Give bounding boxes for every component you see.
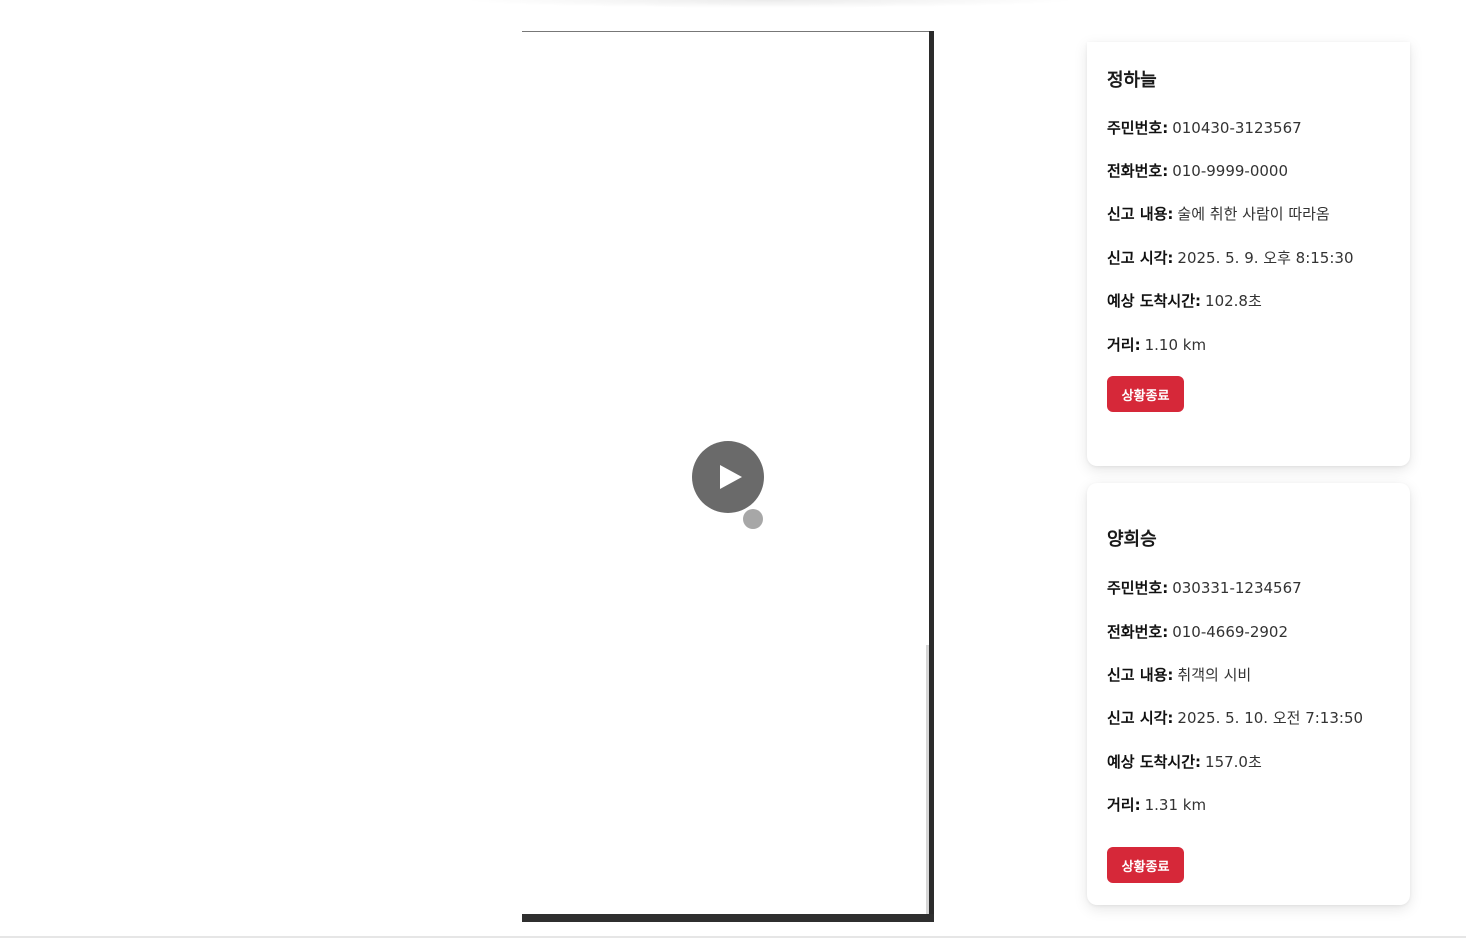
distance-row: 거리: 1.10 km <box>1107 334 1206 355</box>
rrn-value: 010430-3123567 <box>1172 119 1302 137</box>
content-label: 신고 내용: <box>1107 205 1174 223</box>
phone-row: 전화번호: 010-9999-0000 <box>1107 160 1288 181</box>
cursor-indicator <box>743 509 763 529</box>
content-row: 신고 내용: 취객의 시비 <box>1107 664 1251 685</box>
eta-row: 예상 도착시간: 102.8초 <box>1107 290 1262 311</box>
end-situation-button[interactable]: 상황종료 <box>1107 847 1184 883</box>
phone-value: 010-4669-2902 <box>1172 623 1289 641</box>
content-label: 신고 내용: <box>1107 666 1174 684</box>
time-label: 신고 시각: <box>1107 249 1174 267</box>
top-shadow <box>460 0 1080 8</box>
distance-label: 거리: <box>1107 796 1141 814</box>
time-row: 신고 시각: 2025. 5. 10. 오전 7:13:50 <box>1107 707 1363 728</box>
rrn-row: 주민번호: 010430-3123567 <box>1107 117 1302 138</box>
reporter-name: 정하늘 <box>1107 70 1157 91</box>
reporter-name: 양희승 <box>1107 529 1157 550</box>
eta-label: 예상 도착시간: <box>1107 292 1202 310</box>
distance-label: 거리: <box>1107 336 1141 354</box>
time-row: 신고 시각: 2025. 5. 9. 오후 8:15:30 <box>1107 247 1353 268</box>
rrn-value: 030331-1234567 <box>1172 579 1302 597</box>
phone-row: 전화번호: 010-4669-2902 <box>1107 621 1288 642</box>
frame-bottom-edge <box>522 914 934 922</box>
distance-value: 1.31 km <box>1144 796 1207 814</box>
phone-label: 전화번호: <box>1107 162 1169 180</box>
time-label: 신고 시각: <box>1107 709 1174 727</box>
rrn-row: 주민번호: 030331-1234567 <box>1107 577 1302 598</box>
distance-value: 1.10 km <box>1144 336 1207 354</box>
time-value: 2025. 5. 9. 오후 8:15:30 <box>1177 249 1354 267</box>
content-value: 취객의 시비 <box>1177 666 1252 684</box>
phone-value: 010-9999-0000 <box>1172 162 1289 180</box>
eta-row: 예상 도착시간: 157.0초 <box>1107 751 1262 772</box>
eta-label: 예상 도착시간: <box>1107 753 1202 771</box>
video-play-button[interactable] <box>692 441 764 513</box>
play-icon <box>720 465 742 489</box>
eta-value: 102.8초 <box>1205 292 1262 310</box>
frame-right-edge <box>929 31 934 922</box>
time-value: 2025. 5. 10. 오전 7:13:50 <box>1177 709 1364 727</box>
eta-value: 157.0초 <box>1205 753 1262 771</box>
scrollbar-track[interactable] <box>926 645 929 915</box>
distance-row: 거리: 1.31 km <box>1107 794 1206 815</box>
rrn-label: 주민번호: <box>1107 579 1169 597</box>
phone-label: 전화번호: <box>1107 623 1169 641</box>
content-row: 신고 내용: 술에 취한 사람이 따라옴 <box>1107 203 1330 224</box>
report-card: 정하늘 주민번호: 010430-3123567 전화번호: 010-9999-00… <box>1087 42 1410 466</box>
rrn-label: 주민번호: <box>1107 119 1169 137</box>
report-card: 양희승 주민번호: 030331-1234567 전화번호: 010-4669-29… <box>1087 483 1410 905</box>
end-situation-button[interactable]: 상황종료 <box>1107 376 1184 412</box>
content-value: 술에 취한 사람이 따라옴 <box>1177 205 1330 223</box>
